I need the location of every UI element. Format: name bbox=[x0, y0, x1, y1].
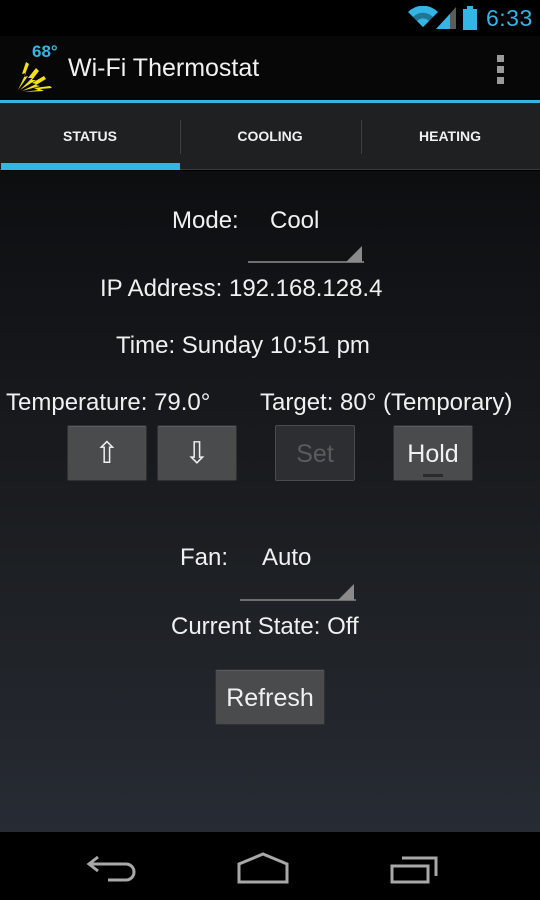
logo-temperature: 68° bbox=[32, 42, 58, 61]
temperature-down-button[interactable]: ⇩ bbox=[157, 425, 237, 481]
fan-spinner[interactable]: Auto bbox=[240, 536, 356, 602]
status-bar: 6:33 bbox=[0, 0, 540, 36]
mode-spinner-value: Cool bbox=[270, 207, 320, 234]
recent-apps-icon[interactable] bbox=[390, 854, 440, 884]
fan-label: Fan: bbox=[180, 544, 229, 571]
device-time: Time: Sunday 10:51 pm bbox=[116, 332, 370, 359]
toggle-state-indicator bbox=[423, 474, 443, 477]
hold-toggle-button[interactable]: Hold bbox=[393, 425, 473, 481]
status-panel: Mode: Cool IP Address: 192.168.128.4 Tim… bbox=[0, 171, 540, 832]
spinner-dropdown-icon bbox=[338, 584, 354, 600]
back-icon[interactable] bbox=[86, 854, 138, 884]
tab-cooling[interactable]: COOLING bbox=[180, 103, 360, 170]
tab-status[interactable]: STATUS bbox=[0, 103, 180, 170]
current-state: Current State: Off bbox=[171, 613, 359, 640]
mode-label: Mode: bbox=[172, 207, 239, 234]
mode-spinner[interactable]: Cool bbox=[248, 199, 364, 265]
hold-button-label: Hold bbox=[407, 440, 459, 468]
overflow-menu-icon[interactable] bbox=[490, 52, 512, 86]
home-icon[interactable] bbox=[236, 852, 290, 884]
fan-spinner-value: Auto bbox=[262, 544, 312, 571]
tab-bar: STATUS COOLING HEATING bbox=[0, 103, 540, 170]
target-temperature: Target: 80° (Temporary) bbox=[260, 389, 513, 416]
refresh-button[interactable]: Refresh bbox=[215, 669, 325, 725]
set-button[interactable]: Set bbox=[275, 425, 355, 481]
current-temperature: Temperature: 79.0° bbox=[6, 389, 211, 416]
status-clock: 6:33 bbox=[486, 5, 533, 31]
ip-address: IP Address: 192.168.128.4 bbox=[100, 275, 383, 302]
spinner-dropdown-icon bbox=[346, 246, 362, 262]
navigation-bar bbox=[0, 832, 540, 900]
temperature-up-button[interactable]: ⇧ bbox=[67, 425, 147, 481]
cell-signal-icon bbox=[436, 7, 456, 29]
app-logo[interactable]: 68° bbox=[14, 42, 64, 94]
app-title: Wi-Fi Thermostat bbox=[68, 54, 260, 82]
tab-heating[interactable]: HEATING bbox=[360, 103, 540, 170]
selected-tab-indicator bbox=[1, 163, 180, 170]
battery-icon bbox=[463, 6, 477, 30]
wifi-icon bbox=[408, 6, 438, 27]
action-bar: 68° Wi-Fi Thermostat bbox=[0, 36, 540, 100]
